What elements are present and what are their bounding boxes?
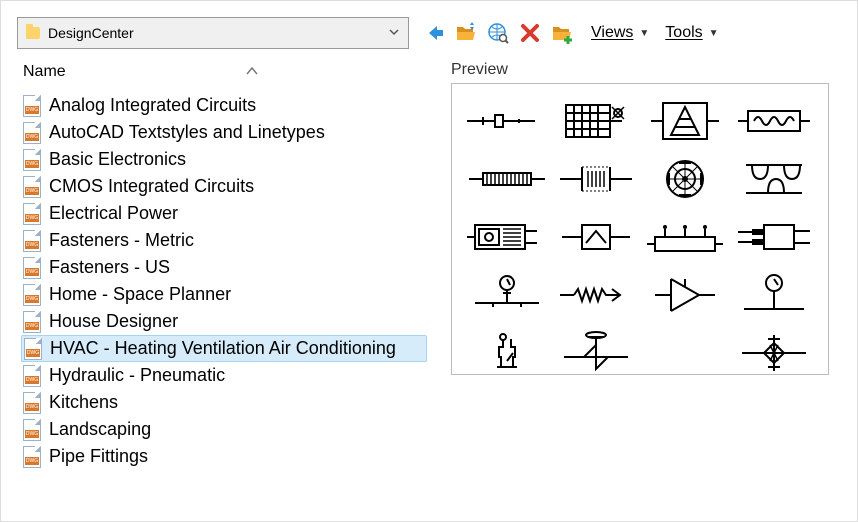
preview-thumb[interactable]: [551, 94, 640, 148]
preview-thumb[interactable]: [551, 326, 640, 380]
preview-thumb[interactable]: [729, 94, 818, 148]
tools-label: Tools: [665, 24, 702, 42]
preview-thumb[interactable]: [729, 210, 818, 264]
chevron-down-icon: [388, 25, 400, 41]
preview-thumb[interactable]: [462, 94, 551, 148]
tools-menu[interactable]: Tools ▼: [665, 24, 718, 42]
folder-icon: [26, 27, 40, 39]
dwg-file-icon: [23, 176, 41, 198]
dwg-file-icon: [23, 311, 41, 333]
list-item[interactable]: House Designer: [21, 308, 427, 335]
preview-panel: Preview: [433, 57, 845, 470]
list-item-label: Pipe Fittings: [49, 446, 148, 467]
dwg-file-icon: [24, 338, 42, 360]
list-item[interactable]: Pipe Fittings: [21, 443, 427, 470]
column-header[interactable]: Name: [21, 61, 427, 86]
menubar: Views ▼ Tools ▼: [591, 24, 719, 42]
list-item[interactable]: Analog Integrated Circuits: [21, 92, 427, 119]
main: Name Analog Integrated Circuits AutoCAD T…: [13, 57, 845, 470]
preview-thumb[interactable]: [729, 326, 818, 380]
preview-thumb[interactable]: [640, 94, 729, 148]
dwg-file-icon: [23, 419, 41, 441]
chevron-down-icon: ▼: [709, 28, 719, 39]
list-item[interactable]: Home - Space Planner: [21, 281, 427, 308]
dwg-file-icon: [23, 446, 41, 468]
location-dropdown[interactable]: DesignCenter: [17, 17, 409, 49]
list-item-label: Fasteners - Metric: [49, 230, 194, 251]
preview-thumb[interactable]: [462, 210, 551, 264]
dwg-file-icon: [23, 95, 41, 117]
list-item[interactable]: Fasteners - Metric: [21, 227, 427, 254]
list-item[interactable]: Fasteners - US: [21, 254, 427, 281]
preview-thumb[interactable]: [640, 268, 729, 322]
back-button[interactable]: [423, 22, 445, 44]
list-item-label: CMOS Integrated Circuits: [49, 176, 254, 197]
column-name-label: Name: [23, 63, 66, 81]
list-item-label: Home - Space Planner: [49, 284, 231, 305]
list-item-label: Analog Integrated Circuits: [49, 95, 256, 116]
delete-button[interactable]: [519, 22, 541, 44]
list-item-label: Hydraulic - Pneumatic: [49, 365, 225, 386]
list-item-label: AutoCAD Textstyles and Linetypes: [49, 122, 325, 143]
list-item[interactable]: CMOS Integrated Circuits: [21, 173, 427, 200]
preview-thumb[interactable]: [462, 326, 551, 380]
dropdown-label: DesignCenter: [48, 25, 134, 41]
views-label: Views: [591, 24, 633, 42]
list-item[interactable]: Kitchens: [21, 389, 427, 416]
views-menu[interactable]: Views ▼: [591, 24, 649, 42]
toolbar: DesignCenter Views: [13, 13, 845, 57]
open-folder-button[interactable]: [455, 22, 477, 44]
dwg-file-icon: [23, 365, 41, 387]
list-item-label: House Designer: [49, 311, 178, 332]
preview-thumb[interactable]: [462, 268, 551, 322]
preview-thumb[interactable]: [729, 268, 818, 322]
chevron-down-icon: ▼: [639, 28, 649, 39]
list-item[interactable]: AutoCAD Textstyles and Linetypes: [21, 119, 427, 146]
list-item[interactable]: Basic Electronics: [21, 146, 427, 173]
list-item-label: Basic Electronics: [49, 149, 186, 170]
list-item[interactable]: Hydraulic - Pneumatic: [21, 362, 427, 389]
dwg-file-icon: [23, 230, 41, 252]
preview-label: Preview: [451, 61, 837, 79]
dwg-file-icon: [23, 284, 41, 306]
file-list-panel: Name Analog Integrated Circuits AutoCAD T…: [13, 57, 433, 470]
preview-thumb[interactable]: [640, 152, 729, 206]
dwg-file-icon: [23, 257, 41, 279]
list-item-label: Electrical Power: [49, 203, 178, 224]
list-item-label: Kitchens: [49, 392, 118, 413]
preview-thumb[interactable]: [551, 210, 640, 264]
list-item[interactable]: HVAC - Heating Ventilation Air Condition…: [21, 335, 427, 362]
preview-thumb[interactable]: [551, 152, 640, 206]
dwg-file-icon: [23, 122, 41, 144]
preview-thumb[interactable]: [462, 152, 551, 206]
list-item-label: Fasteners - US: [49, 257, 170, 278]
dwg-file-icon: [23, 392, 41, 414]
tool-icons: [423, 22, 573, 44]
sort-indicator-icon: [246, 63, 258, 81]
file-list: Analog Integrated Circuits AutoCAD Textst…: [21, 92, 427, 470]
preview-thumb[interactable]: [729, 152, 818, 206]
list-item-label: Landscaping: [49, 419, 151, 440]
list-item[interactable]: Landscaping: [21, 416, 427, 443]
new-folder-button[interactable]: [551, 22, 573, 44]
dwg-file-icon: [23, 149, 41, 171]
preview-thumb[interactable]: [551, 268, 640, 322]
preview-thumb[interactable]: [640, 210, 729, 264]
list-item[interactable]: Electrical Power: [21, 200, 427, 227]
preview-thumb[interactable]: [640, 326, 729, 380]
search-web-button[interactable]: [487, 22, 509, 44]
list-item-label: HVAC - Heating Ventilation Air Condition…: [50, 338, 396, 359]
dwg-file-icon: [23, 203, 41, 225]
preview-box: [451, 83, 829, 375]
